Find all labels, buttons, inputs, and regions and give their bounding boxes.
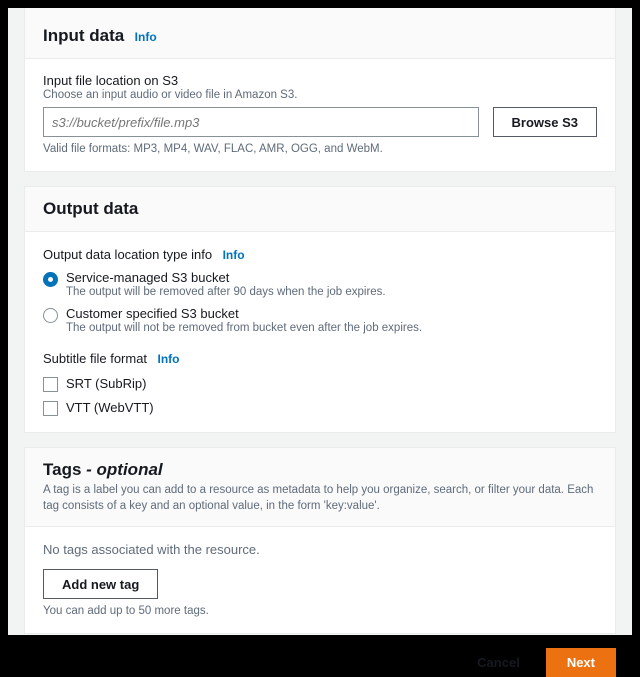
input-info-link[interactable]: Info [135,30,157,44]
subtitle-format-label: Subtitle file format [43,351,147,366]
radio-desc: The output will not be removed from buck… [66,322,422,334]
radio-label: Service-managed S3 bucket [66,270,386,285]
output-location-label: Output data location type info [43,247,212,262]
valid-formats-hint: Valid file formats: MP3, MP4, WAV, FLAC,… [43,143,597,155]
input-file-label: Input file location on S3 [43,73,597,88]
tags-optional: - optional [81,460,162,479]
input-data-title: Input data [43,26,124,45]
checkbox-icon [43,377,58,392]
tags-desc: A tag is a label you can add to a resour… [43,482,597,514]
tags-empty-text: No tags associated with the resource. [43,542,597,557]
radio-icon [43,308,58,323]
output-data-header: Output data [25,187,615,232]
next-button[interactable]: Next [546,648,616,677]
checkbox-srt[interactable]: SRT (SubRip) [43,376,597,392]
input-file-desc: Choose an input audio or video file in A… [43,89,597,101]
tags-panel: Tags - optional A tag is a label you can… [24,447,616,634]
radio-service-managed[interactable]: Service-managed S3 bucket The output wil… [43,270,597,298]
input-file-s3-input[interactable] [43,107,479,137]
subtitle-format-info-link[interactable]: Info [158,352,180,366]
checkbox-label: VTT (WebVTT) [66,400,154,415]
checkbox-label: SRT (SubRip) [66,376,146,391]
checkbox-icon [43,401,58,416]
output-data-panel: Output data Output data location type in… [24,186,616,433]
radio-desc: The output will be removed after 90 days… [66,286,386,298]
cancel-button[interactable]: Cancel [461,648,536,677]
form-footer: Cancel Next [24,634,616,677]
input-data-panel: Input data Info Input file location on S… [24,8,616,172]
output-data-title: Output data [43,199,138,218]
tags-limit-hint: You can add up to 50 more tags. [43,605,597,617]
radio-icon [43,272,58,287]
tags-title: Tags - optional [43,460,163,479]
output-location-info-link[interactable]: Info [223,248,245,262]
radio-label: Customer specified S3 bucket [66,306,422,321]
radio-customer-specified[interactable]: Customer specified S3 bucket The output … [43,306,597,334]
checkbox-vtt[interactable]: VTT (WebVTT) [43,400,597,416]
tags-header: Tags - optional A tag is a label you can… [25,448,615,527]
input-data-header: Input data Info [25,8,615,59]
browse-s3-button[interactable]: Browse S3 [493,107,597,137]
add-new-tag-button[interactable]: Add new tag [43,569,158,599]
